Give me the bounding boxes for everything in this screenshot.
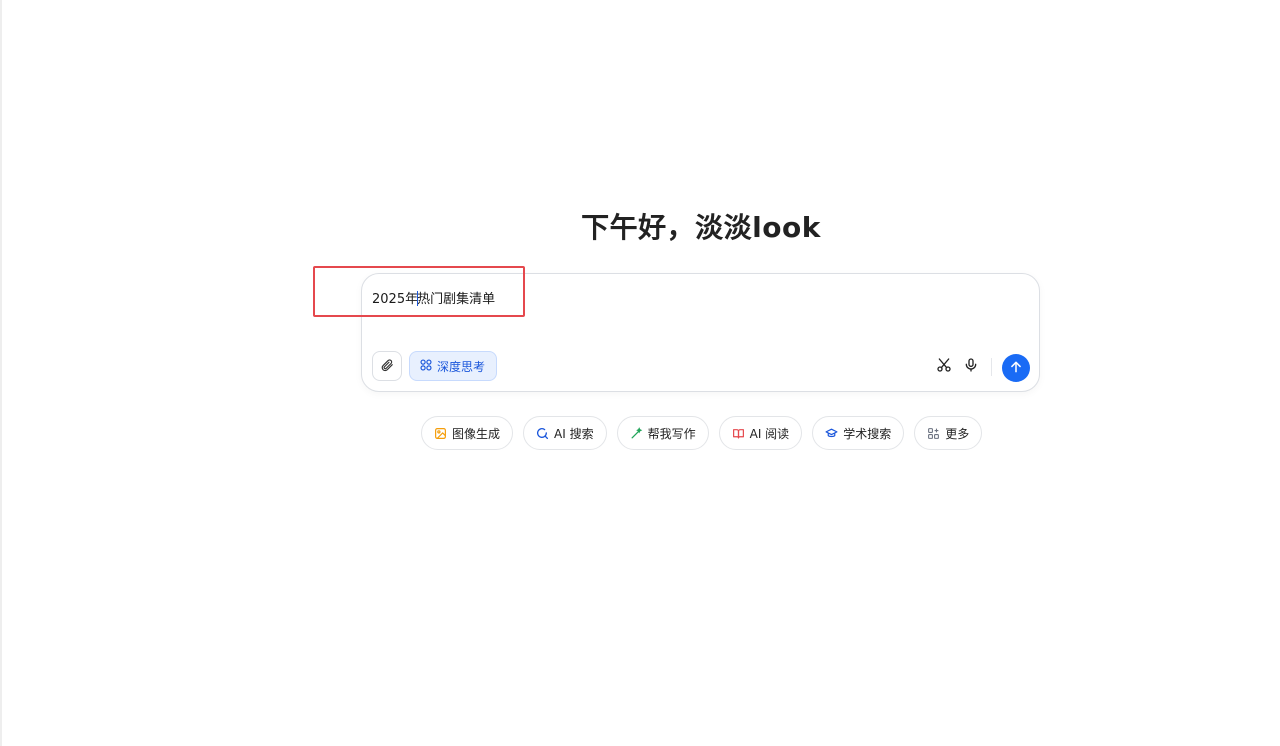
chip-label: AI 阅读	[749, 426, 790, 441]
academic-search-icon	[825, 427, 838, 440]
send-button[interactable]	[1002, 354, 1030, 382]
write-icon	[630, 426, 643, 440]
voice-input-button[interactable]	[962, 358, 980, 376]
ai-search-icon	[536, 427, 549, 440]
screenshot-button[interactable]	[935, 358, 953, 376]
chat-composer[interactable]: 2025年热门剧集清单 深度思考	[361, 273, 1040, 392]
prompt-input[interactable]: 2025年热门剧集清单	[372, 288, 495, 307]
chip-label: 帮我写作	[647, 426, 696, 441]
prompt-text-before-caret: 2025年	[372, 292, 419, 307]
toolbar-divider	[991, 358, 992, 376]
chip-ai-read[interactable]: AI 阅读	[718, 416, 803, 450]
chip-more[interactable]: 更多	[914, 416, 983, 450]
deep-think-label: 深度思考	[437, 359, 486, 374]
chip-academic-search[interactable]: 学术搜索	[812, 416, 905, 450]
page: 下午好，淡淡look 2025年热门剧集清单 深度思考 图像生成 AI 搜索 帮…	[0, 0, 1280, 746]
ai-read-icon	[732, 427, 745, 440]
microphone-icon	[963, 357, 979, 377]
greeting-title: 下午好，淡淡look	[581, 211, 821, 244]
more-grid-icon	[927, 427, 940, 440]
chip-label: 更多	[945, 426, 970, 441]
prompt-text-after-caret: 热门剧集清单	[417, 292, 496, 307]
chip-label: 图像生成	[452, 426, 501, 441]
deep-think-button[interactable]: 深度思考	[409, 351, 498, 381]
chip-writing[interactable]: 帮我写作	[616, 416, 709, 450]
paperclip-icon	[380, 357, 394, 376]
arrow-up-icon	[1009, 359, 1023, 378]
quick-actions: 图像生成 AI 搜索 帮我写作 AI 阅读 学术搜索 更多	[421, 416, 983, 450]
scissors-icon	[936, 357, 952, 377]
chip-image-gen[interactable]: 图像生成	[421, 416, 514, 450]
chip-label: 学术搜索	[843, 426, 892, 441]
deep-think-icon	[419, 358, 433, 375]
image-gen-icon	[434, 427, 447, 440]
chip-ai-search[interactable]: AI 搜索	[523, 416, 607, 450]
chip-label: AI 搜索	[554, 426, 594, 441]
attach-button[interactable]	[372, 351, 402, 381]
